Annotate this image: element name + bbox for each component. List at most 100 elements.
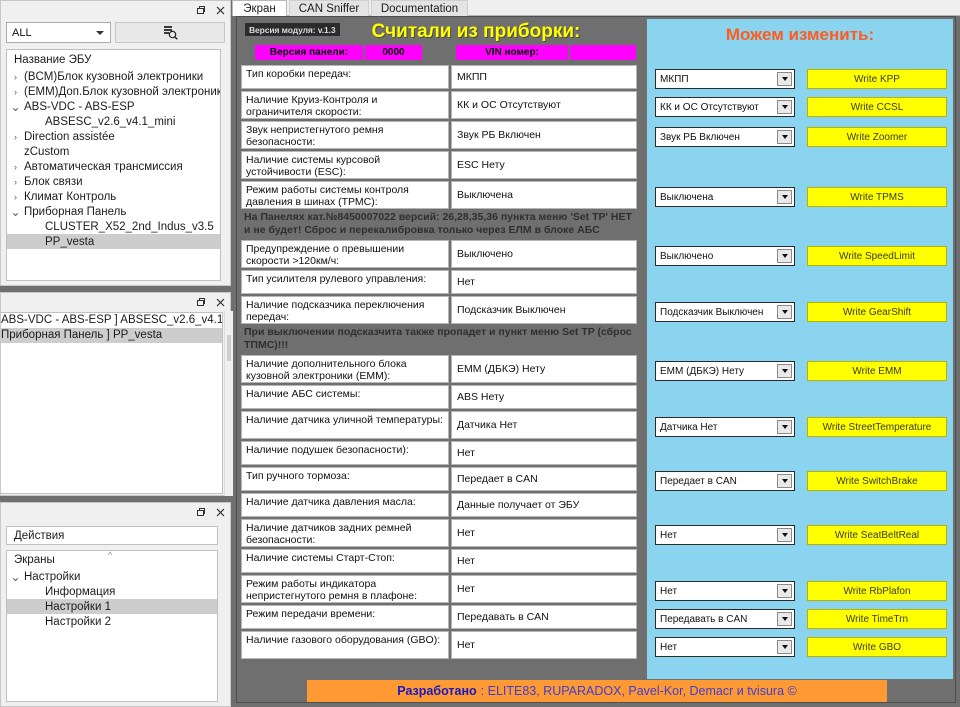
ecu-tree-item-0[interactable]: › (BCM)Блок кузовной электроники <box>7 69 220 84</box>
screens-tree-item-2[interactable]: Настройки 1 <box>7 599 217 614</box>
chevron-right-icon[interactable]: › <box>7 177 24 187</box>
ecu-tree-item-4[interactable]: › Direction assistée <box>7 129 220 144</box>
write-button[interactable]: Write EMM <box>807 361 947 381</box>
write-button[interactable]: Write TPMS <box>807 187 947 207</box>
row-select-value: Звук РБ Включен <box>660 131 740 143</box>
write-button[interactable]: Write GearShift <box>807 302 947 322</box>
ecu-tree-item-5[interactable]: zCustom <box>7 144 220 159</box>
table-row: Наличие системы курсовой устойчивости (E… <box>241 151 637 179</box>
application-window: ALL Название ЭБУ › (BCM)Блок кузовной эле… <box>0 0 960 707</box>
write-button[interactable]: Write RbPlafon <box>807 581 947 601</box>
ecu-tree-item-11[interactable]: PP_vesta <box>7 234 220 249</box>
write-button[interactable]: Write GBO <box>807 637 947 657</box>
ecu-tree-item-1[interactable]: › (EMM)Доп.Блок кузовной электроники <box>7 84 220 99</box>
chevron-down-icon[interactable]: ⌄ <box>7 100 24 114</box>
chevron-down-icon[interactable] <box>777 305 792 319</box>
dock-scrollbar[interactable] <box>224 311 233 496</box>
ecu-tree-item-2[interactable]: ⌄ ABS-VDC - ABS-ESP <box>7 99 220 114</box>
row-label: Наличие системы курсовой устойчивости (E… <box>241 151 449 179</box>
write-title: Можем изменить: <box>725 25 875 44</box>
float-icon[interactable] <box>193 295 207 309</box>
selected-modules-list[interactable]: ABS-VDC - ABS-ESP ] ABSESC_v2.6_v4.1_min… <box>1 312 223 494</box>
screens-tree-item-3[interactable]: Настройки 2 <box>7 614 217 629</box>
chevron-down-icon[interactable]: ⌄ <box>7 570 24 584</box>
write-button[interactable]: Write SeatBeltReal <box>807 525 947 545</box>
panel-version-label-box: Версия панели: <box>255 45 363 60</box>
row-select[interactable]: Выключено <box>655 246 795 266</box>
close-icon[interactable] <box>213 295 227 309</box>
float-icon[interactable] <box>193 3 207 17</box>
screens-tree-collapse-handle[interactable]: ^ <box>96 551 124 560</box>
tab-ekran[interactable]: Экран <box>232 0 287 16</box>
write-button[interactable]: Write TimeTrn <box>807 609 947 629</box>
row-select[interactable]: Выключена <box>655 187 795 207</box>
chevron-down-icon[interactable] <box>777 72 792 86</box>
row-select[interactable]: Нет <box>655 637 795 657</box>
chevron-down-icon[interactable] <box>777 584 792 598</box>
chevron-right-icon[interactable]: › <box>7 72 24 82</box>
tab-can-sniffer[interactable]: CAN Sniffer <box>289 0 369 16</box>
screens-tree[interactable]: Экраны ⌄ Настройки Информация Настройки 1 На… <box>6 550 218 702</box>
chevron-right-icon[interactable]: › <box>7 132 24 142</box>
selected-module-item-0[interactable]: ABS-VDC - ABS-ESP ] ABSESC_v2.6_v4.1_min… <box>1 313 222 328</box>
write-button[interactable]: Write SwitchBrake <box>807 471 947 491</box>
ecu-tree-item-label: ABS-VDC - ABS-ESP <box>24 100 135 113</box>
row-select[interactable]: Передавать в CAN <box>655 609 795 629</box>
ecu-tree-item-6[interactable]: › Автоматическая трансмиссия <box>7 159 220 174</box>
ecu-search-button[interactable] <box>115 22 225 43</box>
chevron-right-icon[interactable]: › <box>7 162 24 172</box>
ecu-filter-select[interactable]: ALL <box>6 22 111 43</box>
ecu-tree-item-7[interactable]: › Блок связи <box>7 174 220 189</box>
write-button[interactable]: Write KPP <box>807 69 947 89</box>
ecu-tree-item-10[interactable]: CLUSTER_X52_2nd_Indus_v3.5 <box>7 219 220 234</box>
chevron-right-icon[interactable]: › <box>7 192 24 202</box>
float-icon[interactable] <box>193 505 207 519</box>
row-label: Предупреждение о превышении скорости >12… <box>241 240 449 268</box>
row-value: ABS Нету <box>451 385 637 409</box>
row-select[interactable]: Подсказчик Выключен <box>655 302 795 322</box>
chevron-down-icon[interactable] <box>777 420 792 434</box>
ecu-tree[interactable]: Название ЭБУ › (BCM)Блок кузовной электро… <box>6 49 221 281</box>
vin-value-box[interactable] <box>570 45 636 60</box>
row-select[interactable]: Нет <box>655 581 795 601</box>
write-button[interactable]: Write StreetTemperature <box>807 417 947 437</box>
row-label: Наличие датчика уличной температуры: <box>241 411 449 439</box>
write-button[interactable]: Write CCSL <box>807 97 947 117</box>
ecu-tree-item-9[interactable]: ⌄ Приборная Панель <box>7 204 220 219</box>
ecu-tree-item-label: Климат Контроль <box>24 190 117 203</box>
chevron-down-icon[interactable] <box>777 640 792 654</box>
screens-tree-item-0[interactable]: ⌄ Настройки <box>7 569 217 584</box>
row-select[interactable]: Нет <box>655 525 795 545</box>
close-icon[interactable] <box>213 3 227 17</box>
ecu-tree-item-8[interactable]: › Климат Контроль <box>7 189 220 204</box>
chevron-right-icon[interactable]: › <box>7 87 24 97</box>
chevron-down-icon[interactable] <box>777 528 792 542</box>
row-select[interactable]: Передает в CAN <box>655 471 795 491</box>
write-button[interactable]: Write Zoomer <box>807 127 947 147</box>
row-select-value: Выключена <box>660 191 714 203</box>
row-select[interactable]: МКПП <box>655 69 795 89</box>
row-select[interactable]: Звук РБ Включен <box>655 127 795 147</box>
chevron-down-icon[interactable]: ⌄ <box>7 205 24 219</box>
chevron-down-icon[interactable] <box>777 474 792 488</box>
chevron-down-icon[interactable] <box>777 364 792 378</box>
chevron-down-icon[interactable] <box>777 612 792 626</box>
tab-documentation[interactable]: Documentation <box>371 0 468 16</box>
screens-tree-item-label: Настройки 2 <box>45 615 111 628</box>
row-select[interactable]: Датчика Нет <box>655 417 795 437</box>
chevron-down-icon[interactable] <box>777 100 792 114</box>
selected-modules-panel: ABS-VDC - ABS-ESP ] ABSESC_v2.6_v4.1_min… <box>0 292 231 496</box>
row-select[interactable]: КК и ОС Отсутствуют <box>655 97 795 117</box>
row-select[interactable]: ЕММ (ДБКЭ) Нету <box>655 361 795 381</box>
ecu-tree-item-3[interactable]: ABSESC_v2.6_v4.1_mini <box>7 114 220 129</box>
dock-scrollbar-thumb[interactable] <box>227 335 231 361</box>
close-icon[interactable] <box>213 505 227 519</box>
chevron-down-icon[interactable] <box>777 190 792 204</box>
write-button[interactable]: Write SpeedLimit <box>807 246 947 266</box>
table-row: Наличие датчика уличной температуры: Датч… <box>241 411 637 439</box>
table-row: Звук непристегнутого ремня безопасности:… <box>241 121 637 149</box>
chevron-down-icon[interactable] <box>777 130 792 144</box>
screens-tree-item-1[interactable]: Информация <box>7 584 217 599</box>
selected-module-item-1[interactable]: Приборная Панель ] PP_vesta <box>1 328 222 343</box>
chevron-down-icon[interactable] <box>777 249 792 263</box>
